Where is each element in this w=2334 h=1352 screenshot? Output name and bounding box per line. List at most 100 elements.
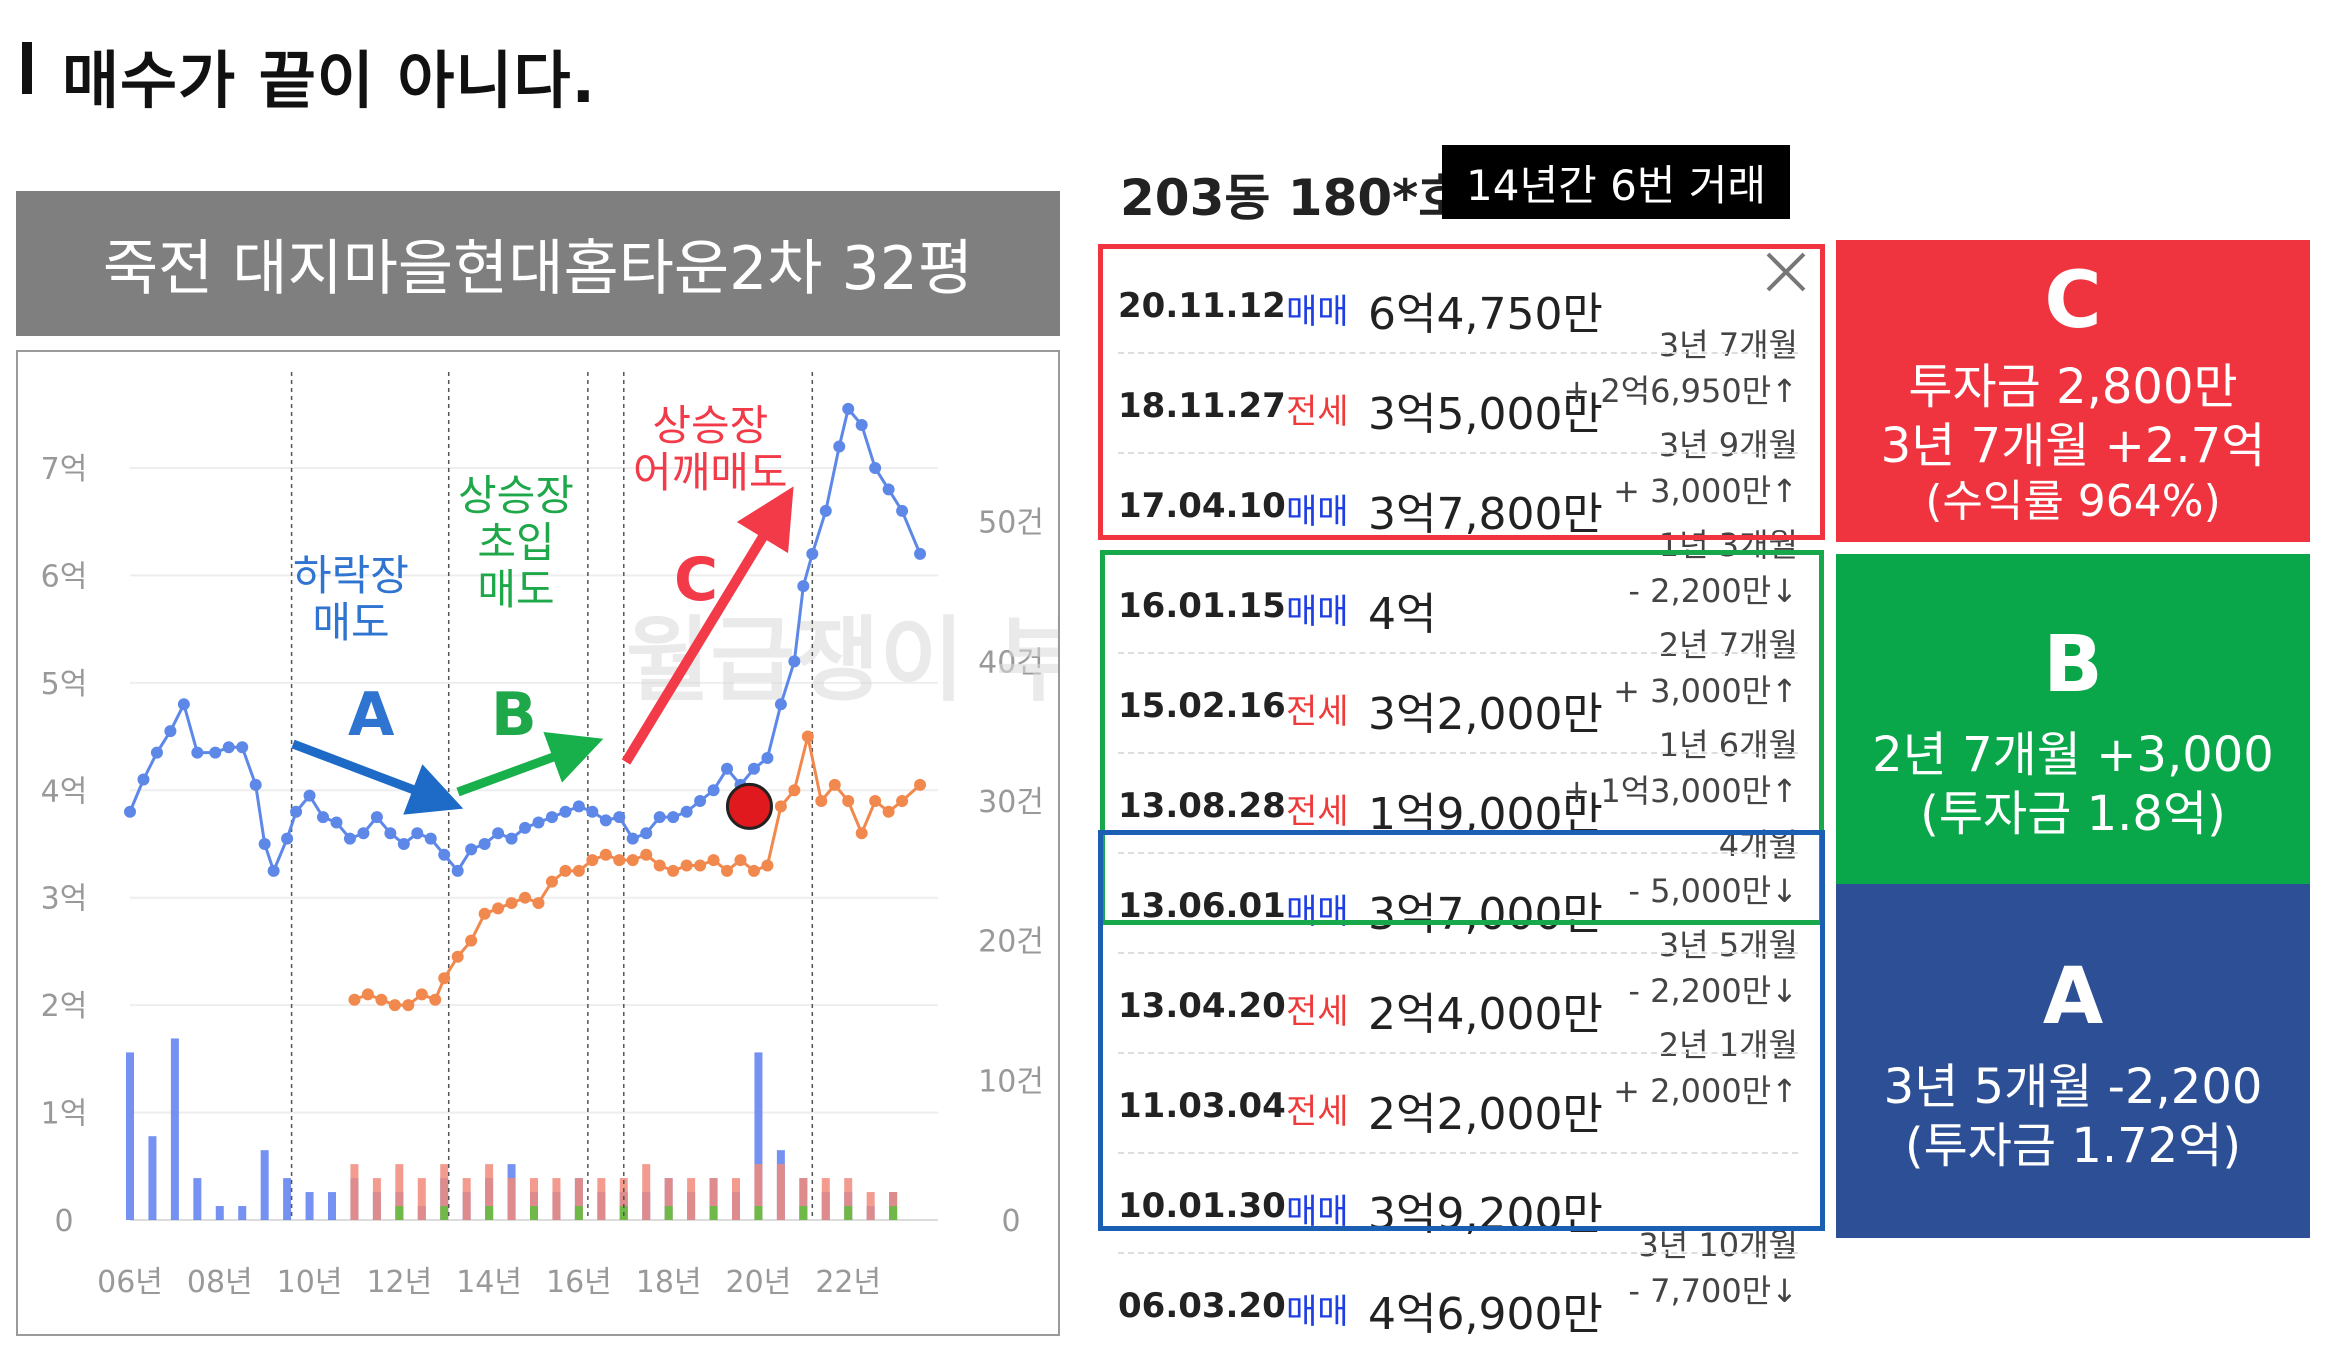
sale-price-point	[357, 827, 370, 840]
volume-bar	[642, 1164, 651, 1220]
sale-price-point	[819, 504, 832, 517]
lease-price-point	[896, 795, 909, 807]
volume-bar	[664, 1206, 673, 1220]
volume-bar	[148, 1136, 157, 1220]
sale-price-point	[694, 795, 707, 807]
unit-number: 203동 180*호	[1120, 169, 1465, 227]
volume-bar	[328, 1192, 336, 1220]
sale-price-point	[896, 504, 909, 517]
sale-price-point	[397, 837, 410, 850]
sale-price-point	[869, 461, 882, 474]
sale-price-point	[384, 827, 397, 840]
sale-price-point	[505, 832, 518, 845]
lease-price-point	[402, 999, 415, 1012]
lease-price-point	[815, 795, 828, 807]
volume-bar	[485, 1206, 494, 1220]
volume-bar	[754, 1206, 763, 1220]
lease-price-point	[586, 854, 599, 867]
lease-price-point	[761, 859, 774, 872]
lease-price-point	[438, 972, 451, 985]
x-tick-label: 10년	[277, 1265, 343, 1300]
price-chart: 0 1억 2억 3억 4억 5억 6억 7억 0 10건 20건 30건 40건 50건 06년 08년 10년…	[16, 350, 1060, 1336]
phase-c-frame	[1098, 244, 1825, 540]
result-box-a: A 3년 5개월 -2,200 (투자금 1.72억)	[1836, 884, 2310, 1238]
transaction-gap: 3년 10개월 - 7,700만↓	[1548, 1222, 1798, 1314]
sale-price-point	[330, 816, 343, 829]
lease-price-point	[613, 854, 626, 867]
lease-price-point	[388, 999, 401, 1012]
volume-bar	[889, 1206, 898, 1220]
result-c-letter: C	[2044, 256, 2102, 346]
sale-price-point	[761, 752, 774, 765]
y-left-tick-label: 3억	[41, 882, 88, 917]
lease-price-point	[653, 859, 666, 872]
volume-bar	[776, 1164, 785, 1220]
volume-bar	[552, 1178, 561, 1220]
lease-price-point	[882, 805, 895, 818]
annotation-c-letter: C	[674, 545, 719, 615]
gap-change: - 7,700만↓	[1628, 1272, 1798, 1310]
result-a-loss: 3년 5개월 -2,200	[1883, 1059, 2263, 1115]
lease-price-point	[828, 778, 841, 791]
sale-price-point	[640, 827, 653, 840]
sale-price-point	[532, 816, 545, 829]
result-a-letter: A	[2042, 952, 2104, 1042]
sale-price-point	[613, 811, 626, 824]
sale-price-point	[209, 746, 222, 759]
volume-bar	[440, 1206, 449, 1220]
result-c-investment: 투자금 2,800만	[1908, 359, 2238, 415]
x-tick-label: 20년	[726, 1265, 792, 1300]
sale-price-point	[465, 843, 478, 856]
result-b-investment: (투자금 1.8억)	[1920, 785, 2226, 842]
lease-price-point	[465, 934, 478, 947]
x-tick-label: 08년	[187, 1265, 253, 1300]
result-box-b: B 2년 7개월 +3,000 (투자금 1.8억)	[1836, 554, 2310, 884]
lease-price-point	[842, 795, 855, 807]
sale-price-point	[236, 741, 249, 754]
sale-price-point	[797, 580, 810, 593]
trade-count-badge: 14년간 6번 거래	[1442, 145, 1791, 219]
x-tick-label: 16년	[546, 1265, 612, 1300]
lease-price-point	[545, 875, 558, 888]
lease-price-point	[451, 950, 464, 963]
volume-bar	[193, 1178, 202, 1220]
y-left-tick-label: 4억	[41, 774, 88, 809]
volume-bar	[821, 1178, 830, 1220]
volume-bar	[350, 1164, 359, 1220]
sale-price-point	[842, 402, 855, 415]
y-left-tick-label: 7억	[41, 452, 88, 487]
lease-price-point	[429, 993, 442, 1006]
lease-price-point	[734, 854, 747, 867]
lease-price-point	[774, 800, 787, 813]
volume-bar	[260, 1150, 269, 1220]
annotation-a-label: 하락장 매도	[293, 551, 409, 648]
sale-price-point	[317, 811, 330, 824]
volume-bar	[395, 1206, 404, 1220]
y-right-tick-label: 30건	[978, 785, 1044, 820]
result-c-return: (수익률 964%)	[1925, 476, 2221, 528]
lease-price-line	[353, 736, 922, 1007]
sale-price-point	[707, 784, 720, 797]
x-tick-label: 22년	[815, 1265, 881, 1300]
lease-price-point	[478, 907, 491, 920]
volume-bar	[530, 1206, 538, 1220]
sale-price-point	[438, 848, 451, 861]
arrow-b	[456, 731, 604, 797]
volume-bar	[866, 1192, 875, 1220]
sale-price-point	[626, 832, 639, 845]
lease-price-point	[680, 859, 693, 872]
lease-price-point	[721, 864, 734, 877]
volume-bar	[709, 1206, 718, 1220]
sale-price-point	[774, 698, 787, 711]
sale-price-point	[882, 483, 895, 496]
close-icon[interactable]	[1762, 248, 1810, 296]
lease-price-point	[348, 993, 361, 1006]
volume-bar	[417, 1178, 426, 1220]
sale-price-point	[137, 773, 150, 786]
volume-bar	[574, 1206, 583, 1220]
lease-price-point	[361, 988, 374, 1001]
sale-price-point	[191, 746, 204, 759]
transaction-type: 매매	[1286, 1292, 1349, 1332]
transaction-row: 06.03.20 매매 4억6,900만 3년 10개월 - 7,700만↓	[1118, 1226, 1798, 1352]
volume-bar	[372, 1178, 381, 1220]
